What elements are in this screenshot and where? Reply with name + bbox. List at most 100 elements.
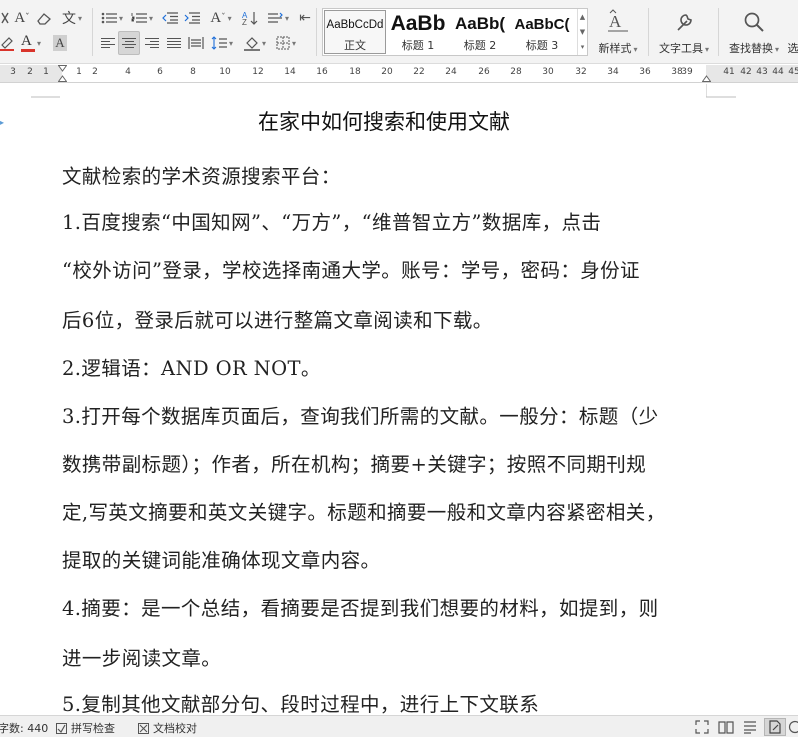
style-preview: AaBb [390,12,446,35]
find-replace-button[interactable]: 查找替换 ▾ [724,8,784,56]
ruler-number: 36 [639,67,651,77]
fullscreen-button[interactable] [692,718,712,736]
style-gallery: AaBbCcDd 正文 AaBb 标题 1 AaBb( 标题 2 AaBbC( … [322,8,588,56]
document-title[interactable]: 在家中如何搜索和使用文献 [62,106,706,136]
ruler-number: 10 [219,67,231,77]
increase-indent-button[interactable] [182,6,202,30]
outline-view-button[interactable] [740,718,760,736]
sort-button[interactable]: AZ [240,6,260,30]
borders-icon [276,36,290,50]
ruler-number: 6 [157,67,163,77]
style-name: 正文 [344,39,366,52]
page-edit-icon [769,720,781,734]
align-left-button[interactable] [98,31,118,55]
paragraph-line[interactable]: 定,写英文摘要和英文关键字。标题和摘要一般和文章内容紧密相关， [62,496,712,525]
char-shading-button[interactable]: A [50,31,70,55]
paragraph-line[interactable]: 后6位，登录后就可以进行整篇文章阅读和下载。 [62,304,712,333]
word-count[interactable]: 字数: 440 [0,720,48,736]
justify-button[interactable] [164,31,184,55]
bullet-list-button[interactable]: ▾ [98,6,126,30]
ruler-number: 22 [413,67,425,77]
line-spacing-button[interactable]: ▾ [208,31,236,55]
ribbon-toolbar: Aˇ 文 ▾ ▾ ▾ A ˇ ▾ AZ ▾ ⇤ A ▾ A ▾ ▾ ▾ AaBb… [0,0,798,64]
find-replace-label: 查找替换 [728,42,773,55]
phonetic-guide-button[interactable]: 文 ▾ [58,6,86,30]
style-heading-3[interactable]: AaBbC( 标题 3 [511,9,573,55]
chevron-down-icon[interactable]: ▼ [580,28,585,36]
separator [92,8,93,56]
horizontal-ruler[interactable]: 3 2 1 1 2 4 6 8 10 12 14 16 18 20 22 24 26 28 30 32 34 36 3… [0,65,798,83]
document-page[interactable]: ▸ 在家中如何搜索和使用文献 文献检索的学术资源搜索平台： 1.百度搜索“中国知网… [0,84,798,715]
spell-check-icon [56,722,67,734]
shading-button[interactable]: ▾ [240,31,270,55]
ruler-number: 14 [284,67,296,77]
ruler-number: 26 [478,67,490,77]
style-name: 标题 3 [525,39,559,52]
spell-check-button[interactable]: 拼写检查 [56,720,115,736]
align-right-button[interactable] [142,31,162,55]
style-heading-2[interactable]: AaBb( 标题 2 [449,9,511,55]
clear-format-button[interactable] [34,6,54,30]
paragraph-line[interactable]: 1.百度搜索“中国知网”、“万方”，“维普智立方”数据库，点击 [62,206,712,235]
distribute-icon [188,37,204,49]
paragraph-line[interactable]: 提取的关键词能准确体现文章内容。 [62,544,712,573]
numbered-list-button[interactable]: ▾ [128,6,156,30]
style-preview: AaBb( [454,14,506,33]
doc-proofread-button[interactable]: 文档校对 [138,720,197,736]
paragraph-line[interactable]: “校外访问”登录，学校选择南通大学。账号：学号，密码：身份证 [62,254,712,283]
web-view-button[interactable] [788,718,798,736]
show-marks-button[interactable]: ⇤ [294,6,316,30]
ruler-number: 43 [756,67,768,77]
paragraph-line[interactable]: 5.复制其他文献部分句、段时过程中，进行上下文联系 [62,688,712,715]
justify-icon [167,37,181,49]
select-button[interactable]: 选 [788,8,798,56]
cut-partial-icon[interactable] [0,6,10,30]
asian-layout-button[interactable]: ▾ [264,6,292,30]
new-style-button[interactable]: A 新样式 ▾ [594,8,642,56]
style-normal[interactable]: AaBbCcDd 正文 [324,10,386,54]
font-color-button[interactable]: A ▾ [16,31,46,55]
page-view-button[interactable] [764,718,786,736]
borders-button[interactable]: ▾ [272,31,300,55]
align-center-button[interactable] [118,31,140,55]
font-color-icon: A [20,33,35,53]
bullet-list-icon [101,12,117,24]
highlight-partial-button[interactable] [0,31,14,55]
ruler-number: 4 [125,67,131,77]
ruler-number: 18 [349,67,361,77]
chevron-up-icon[interactable]: ▲ [580,13,585,21]
expand-icon[interactable]: ▾ [581,43,585,51]
style-heading-1[interactable]: AaBb 标题 1 [387,9,449,55]
read-mode-button[interactable] [716,718,736,736]
paragraph-line[interactable]: 文献检索的学术资源搜索平台： [62,160,712,189]
ruler-number: 2 [27,67,33,77]
margin-corner-mark [31,96,60,98]
svg-text:Z: Z [242,18,247,26]
show-marks-icon: ⇤ [299,10,311,26]
select-label: 选 [788,42,798,55]
decrease-indent-button[interactable] [160,6,180,30]
search-icon [742,8,766,36]
style-gallery-scroll[interactable]: ▲ ▼ ▾ [577,9,587,55]
font-size-down-button[interactable]: Aˇ [12,6,32,30]
ruler-number: 39 [681,67,693,77]
distribute-button[interactable] [186,31,206,55]
text-tools-button[interactable]: 文字工具 ▾ [654,8,714,56]
book-icon [718,721,734,734]
new-style-label: 新样式 [598,42,632,55]
ruler-number: 12 [252,67,264,77]
asian-layout-icon [267,12,283,23]
paragraph-line[interactable]: 4.摘要：是一个总结，看摘要是否提到我们想要的材料，如提到，则 [62,592,712,621]
eraser-icon [37,13,51,25]
decrease-indent-icon [162,12,178,24]
paragraph-line[interactable]: 进一步阅读文章。 [62,642,712,671]
right-indent-marker-icon[interactable] [702,65,711,83]
indent-marker-icon[interactable] [58,65,67,83]
numbered-list-icon [131,13,147,23]
paragraph-line[interactable]: 2.逻辑语：AND OR NOT。 [62,352,712,381]
separator [316,8,317,56]
paragraph-line[interactable]: 3.打开每个数据库页面后，查询我们所需的文献。一般分：标题（少 [62,400,712,429]
change-case-button[interactable]: A ˇ ▾ [206,6,236,30]
paragraph-line[interactable]: 数携带副标题）；作者，所在机构；摘要+关键字；按照不同期刊规 [62,448,712,477]
font-color-glyph: A [20,33,32,49]
